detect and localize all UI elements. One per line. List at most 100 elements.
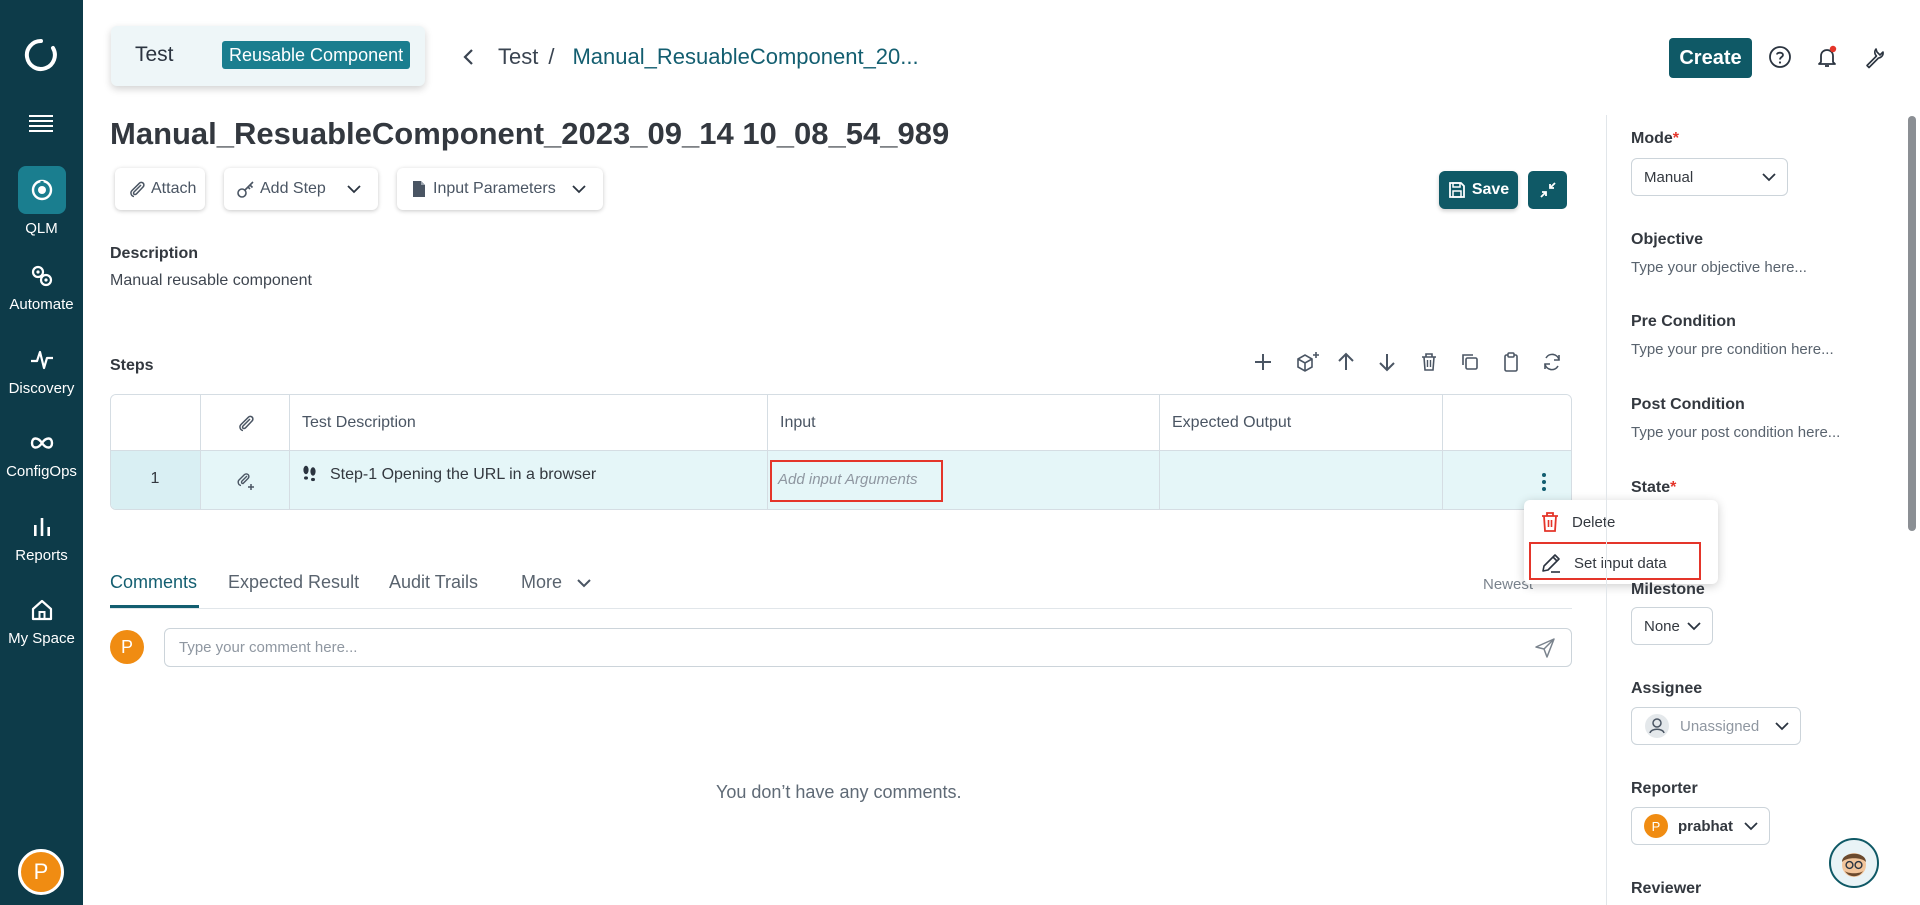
add-step-label: Add Step: [260, 180, 326, 197]
nav-item-my-space[interactable]: My Space: [0, 596, 83, 647]
comment-user-avatar: P: [110, 630, 144, 664]
context-title: Test: [135, 43, 174, 66]
paste-icon[interactable]: [1499, 350, 1523, 374]
step-number: 1: [150, 470, 160, 487]
nav-item-automate[interactable]: Automate: [0, 262, 83, 313]
left-nav-rail: QLM Automate Discovery ConfigOps Reports…: [0, 0, 83, 905]
post-condition-label: Post Condition: [1631, 396, 1745, 413]
breadcrumb-separator: /: [548, 44, 555, 69]
breadcrumb-current[interactable]: Manual_ResuableComponent_20...: [572, 44, 918, 70]
minimize-arrows-icon: [1539, 182, 1556, 198]
objective-input[interactable]: Type your objective here...: [1631, 259, 1807, 276]
comment-input[interactable]: Type your comment here...: [164, 628, 1572, 667]
mode-value: Manual: [1644, 168, 1694, 186]
reporter-label: Reporter: [1631, 780, 1698, 797]
milestone-label: Milestone: [1631, 581, 1705, 598]
column-header-expected-output: Expected Output: [1172, 414, 1292, 431]
user-avatar[interactable]: P: [18, 849, 64, 895]
context-switcher[interactable]: Test Reusable Component: [111, 26, 425, 86]
hamburger-menu-icon[interactable]: [29, 112, 53, 134]
nav-label-qlm: QLM: [25, 220, 58, 237]
chevron-down-icon: [1762, 173, 1776, 182]
chevron-down-icon: [1744, 822, 1758, 831]
back-chevron-icon[interactable]: [460, 46, 478, 68]
nav-item-qlm[interactable]: QLM: [0, 166, 83, 237]
description-label: Description: [110, 245, 199, 262]
home-icon: [28, 596, 56, 624]
column-header-input: Input: [780, 414, 816, 431]
delete-icon[interactable]: [1417, 350, 1441, 374]
mode-select[interactable]: Manual: [1631, 158, 1788, 196]
assistant-bot-avatar[interactable]: [1829, 838, 1879, 888]
reporter-select[interactable]: P prabhat: [1631, 807, 1770, 845]
reviewer-label: Reviewer: [1631, 880, 1702, 897]
step-description[interactable]: Step-1 Opening the URL in a browser: [330, 466, 596, 484]
app-logo-icon[interactable]: [24, 38, 58, 72]
attach-label: Attach: [151, 180, 197, 197]
move-up-icon[interactable]: [1334, 350, 1358, 374]
attach-button[interactable]: Attach: [115, 168, 205, 210]
description-value[interactable]: Manual reusable component: [110, 272, 312, 290]
key-icon: [236, 179, 256, 199]
milestone-value: None: [1644, 617, 1680, 635]
tab-more[interactable]: More: [521, 572, 593, 593]
add-step-dropdown[interactable]: Add Step: [224, 168, 378, 210]
tab-comments[interactable]: Comments: [110, 572, 197, 593]
user-placeholder-icon: [1645, 714, 1669, 738]
input-parameters-label: Input Parameters: [433, 180, 556, 197]
move-down-icon[interactable]: [1375, 350, 1399, 374]
pre-condition-input[interactable]: Type your pre condition here...: [1631, 341, 1834, 358]
post-condition-input[interactable]: Type your post condition here...: [1631, 424, 1840, 441]
tab-audit-trails[interactable]: Audit Trails: [389, 572, 478, 593]
nav-label-configops: ConfigOps: [6, 463, 77, 480]
attach-file-icon[interactable]: [236, 471, 256, 493]
save-label: Save: [1471, 181, 1510, 198]
chevron-down-icon: [1775, 722, 1789, 731]
column-header-test-description: Test Description: [302, 414, 416, 431]
tab-expected-result[interactable]: Expected Result: [228, 572, 359, 593]
nav-label-my-space: My Space: [8, 630, 75, 647]
create-button[interactable]: Create: [1669, 38, 1752, 78]
breadcrumb: Test / Manual_ResuableComponent_20...: [460, 44, 919, 70]
paperclip-icon: [239, 415, 254, 432]
chevron-down-icon: [577, 579, 591, 588]
save-button[interactable]: Save: [1439, 171, 1518, 209]
add-component-icon[interactable]: [1294, 350, 1322, 374]
objective-label: Objective: [1631, 231, 1704, 248]
gears-icon: [28, 262, 56, 290]
active-tab-indicator: [110, 605, 199, 608]
context-badge: Reusable Component: [222, 41, 411, 69]
add-icon[interactable]: [1251, 350, 1275, 374]
details-panel: Mode* Manual Objective Type your objecti…: [1606, 115, 1920, 905]
refresh-icon[interactable]: [1540, 350, 1564, 374]
reporter-value: prabhat: [1678, 817, 1734, 835]
wrench-icon[interactable]: [1862, 45, 1886, 69]
nav-label-reports: Reports: [15, 547, 68, 564]
breadcrumb-parent[interactable]: Test: [498, 44, 538, 70]
paperclip-icon: [127, 179, 147, 199]
pulse-icon: [28, 346, 56, 374]
notification-bell-icon[interactable]: [1815, 45, 1839, 69]
assignee-label: Assignee: [1631, 680, 1703, 697]
nav-item-configops[interactable]: ConfigOps: [0, 429, 83, 480]
steps-label: Steps: [110, 357, 154, 374]
panel-scrollbar[interactable]: [1908, 116, 1916, 531]
copy-icon[interactable]: [1458, 350, 1482, 374]
chevron-down-icon: [1687, 622, 1701, 631]
nav-item-discovery[interactable]: Discovery: [0, 346, 83, 397]
input-arguments-placeholder[interactable]: Add input Arguments: [778, 471, 918, 488]
help-icon[interactable]: [1768, 45, 1792, 69]
nav-item-reports[interactable]: Reports: [0, 513, 83, 564]
input-parameters-dropdown[interactable]: Input Parameters: [397, 168, 603, 210]
collapse-button[interactable]: [1528, 171, 1567, 209]
state-label: State*: [1631, 479, 1677, 496]
page-title: Manual_ResuableComponent_2023_09_14 10_0…: [110, 116, 950, 151]
chevron-down-icon: [346, 181, 362, 197]
detail-tabs: Comments Expected Result Audit Trails Mo…: [110, 572, 1572, 609]
send-icon[interactable]: [1534, 637, 1556, 659]
row-more-menu-icon[interactable]: [1540, 471, 1548, 493]
assignee-select[interactable]: Unassigned: [1631, 707, 1801, 745]
footsteps-icon: [303, 465, 316, 482]
reporter-avatar: P: [1644, 814, 1668, 838]
milestone-select[interactable]: None: [1631, 607, 1713, 645]
